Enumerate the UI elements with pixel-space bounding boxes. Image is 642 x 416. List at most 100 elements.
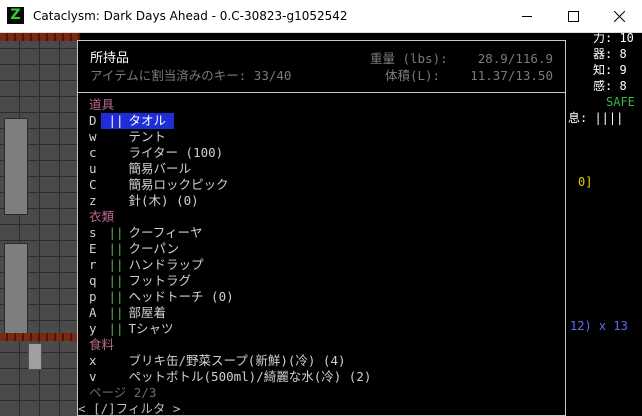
inventory-list: 道具 D || タオル w テント c ライター (100) u 簡易バール C 簡易ロ… bbox=[78, 97, 559, 416]
sidebar-ammo-count: 12) x 13 bbox=[570, 319, 628, 333]
close-button[interactable] bbox=[596, 0, 642, 32]
inventory-item[interactable]: A || 部屋着 bbox=[89, 305, 559, 321]
item-name: 部屋着 bbox=[121, 305, 167, 320]
page-indicator-label: ページ 2/3 bbox=[89, 385, 157, 400]
item-hotkey: c bbox=[89, 145, 97, 160]
item-hotkey: w bbox=[89, 129, 97, 144]
item-durability-bars bbox=[101, 193, 121, 209]
stat-per: 感: 8 bbox=[593, 79, 627, 93]
item-hotkey: u bbox=[89, 161, 97, 176]
inventory-item[interactable]: z 針(木) (0) bbox=[89, 193, 559, 209]
item-durability-bars: || bbox=[101, 113, 124, 129]
page-indicator: ページ 2/3 bbox=[89, 385, 559, 401]
category-header: 道具 bbox=[89, 97, 559, 113]
item-name: タオル bbox=[121, 113, 174, 129]
inventory-item[interactable]: y || Tシャツ bbox=[89, 321, 559, 337]
volume-label: 体積(L): bbox=[384, 68, 441, 83]
item-hotkey: E bbox=[89, 241, 97, 256]
rest-meter: 息: |||| bbox=[568, 111, 624, 125]
item-hotkey: r bbox=[89, 257, 97, 272]
inventory-title: 所持品 bbox=[90, 51, 130, 66]
item-durability-bars: || bbox=[101, 289, 124, 304]
item-hotkey: D bbox=[89, 113, 97, 128]
weight-label: 重量 (lbs): bbox=[369, 51, 448, 66]
window-titlebar: Z Cataclysm: Dark Days Ahead - 0.C-30823… bbox=[0, 0, 642, 33]
maximize-button[interactable] bbox=[550, 0, 596, 32]
maximize-icon bbox=[568, 11, 579, 22]
minimize-icon bbox=[522, 16, 532, 17]
map-wall-column bbox=[4, 243, 28, 335]
item-hotkey: A bbox=[89, 305, 97, 320]
inventory-item[interactable]: c ライター (100) bbox=[89, 145, 559, 161]
inventory-item[interactable]: r || ハンドラップ bbox=[89, 257, 559, 273]
stat-int: 知: 9 bbox=[593, 63, 627, 77]
inventory-item[interactable]: C 簡易ロックピック bbox=[89, 177, 559, 193]
item-durability-bars bbox=[101, 129, 121, 145]
item-name: クーパン bbox=[121, 241, 180, 256]
item-name: ヘッドトーチ (0) bbox=[121, 289, 234, 304]
item-durability-bars: || bbox=[101, 225, 124, 240]
item-name: ブリキ缶/野菜スープ(新鮮)(冷) (4) bbox=[121, 353, 346, 368]
item-name: 簡易バール bbox=[121, 161, 192, 176]
inventory-item[interactable]: s || クーフィーヤ bbox=[89, 225, 559, 241]
item-durability-bars: || bbox=[101, 273, 124, 288]
category-header: 食料 bbox=[89, 337, 559, 353]
item-durability-bars bbox=[101, 353, 121, 369]
item-hotkey: C bbox=[89, 177, 97, 192]
item-name: ハンドラップ bbox=[121, 257, 204, 272]
item-durability-bars: || bbox=[101, 241, 124, 256]
game-viewport: 力: 10 器: 8 知: 9 感: 8 SAFE 息: |||| 0] 12)… bbox=[0, 33, 642, 416]
inventory-item[interactable]: w テント bbox=[89, 129, 559, 145]
map-brick-strip bbox=[0, 33, 80, 41]
inventory-item[interactable]: x ブリキ缶/野菜スープ(新鮮)(冷) (4) bbox=[89, 353, 559, 369]
stat-str: 力: 10 bbox=[593, 33, 634, 45]
sidebar-yellow-value: 0] bbox=[578, 175, 593, 189]
item-name: クーフィーヤ bbox=[121, 225, 203, 240]
item-name: フットラグ bbox=[121, 273, 192, 288]
category-header: 衣類 bbox=[89, 209, 559, 225]
minimize-button[interactable] bbox=[504, 0, 550, 32]
item-durability-bars bbox=[101, 177, 121, 193]
weight-value: 28.9/116.9 bbox=[477, 51, 553, 66]
inventory-item[interactable]: D || タオル bbox=[89, 113, 559, 129]
item-durability-bars: || bbox=[101, 257, 124, 272]
safe-mode-indicator: SAFE bbox=[606, 95, 635, 109]
item-hotkey: p bbox=[89, 289, 97, 304]
item-durability-bars bbox=[101, 145, 121, 161]
window-title: Cataclysm: Dark Days Ahead - 0.C-30823-g… bbox=[33, 9, 348, 23]
volume-readout: 体積(L): 11.37/13.50 bbox=[385, 65, 553, 84]
item-name: テント bbox=[121, 129, 167, 144]
volume-value: 11.37/13.50 bbox=[470, 68, 553, 83]
inventory-item[interactable]: p || ヘッドトーチ (0) bbox=[89, 289, 559, 305]
item-hotkey: y bbox=[89, 321, 97, 336]
item-hotkey: v bbox=[89, 369, 97, 384]
map-wall-column bbox=[4, 118, 28, 215]
filter-hint[interactable]: < [/]フィルタ > bbox=[78, 401, 559, 416]
filter-hint-label: < [/]フィルタ > bbox=[78, 401, 181, 416]
item-name: ライター (100) bbox=[121, 145, 224, 160]
map-brick-strip bbox=[0, 333, 80, 341]
category-label: 衣類 bbox=[89, 209, 115, 224]
stat-dex: 器: 8 bbox=[593, 47, 627, 61]
item-name: 簡易ロックピック bbox=[121, 177, 229, 192]
inventory-item[interactable]: q || フットラグ bbox=[89, 273, 559, 289]
category-label: 食料 bbox=[89, 337, 115, 352]
inventory-item[interactable]: v ペットボトル(500ml)/綺麗な水(冷) (2) bbox=[89, 369, 559, 385]
item-hotkey: q bbox=[89, 273, 97, 288]
item-name: ペットボトル(500ml)/綺麗な水(冷) (2) bbox=[121, 369, 372, 384]
inventory-panel: 所持品 アイテムに割当済みのキー: 33/40 重量 (lbs): 28.9/1… bbox=[77, 40, 566, 416]
item-durability-bars bbox=[101, 161, 121, 177]
item-durability-bars bbox=[101, 369, 121, 385]
item-name: Tシャツ bbox=[121, 321, 174, 336]
close-icon bbox=[614, 11, 625, 22]
item-durability-bars: || bbox=[101, 321, 124, 336]
item-hotkey: z bbox=[89, 193, 97, 208]
header-divider bbox=[78, 92, 565, 93]
inventory-item[interactable]: u 簡易バール bbox=[89, 161, 559, 177]
item-hotkey: s bbox=[89, 225, 97, 240]
item-name: 針(木) (0) bbox=[121, 193, 199, 208]
item-durability-bars: || bbox=[101, 305, 124, 320]
category-label: 道具 bbox=[89, 97, 115, 112]
inventory-item[interactable]: E || クーパン bbox=[89, 241, 559, 257]
item-hotkey: x bbox=[89, 353, 97, 368]
